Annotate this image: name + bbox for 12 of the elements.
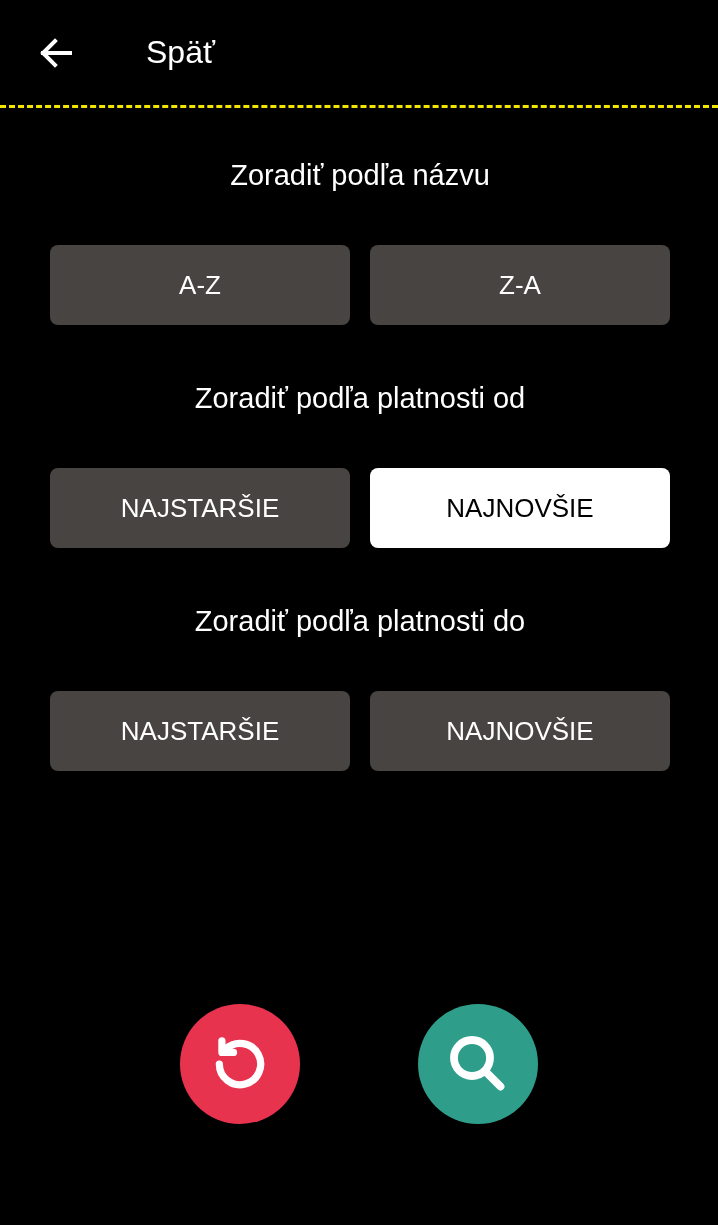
sort-option-button[interactable]: A-Z — [50, 245, 350, 325]
back-arrow-icon — [38, 36, 74, 69]
sort-option-button[interactable]: NAJNOVŠIE — [370, 468, 670, 548]
sort-option-button[interactable]: Z-A — [370, 245, 670, 325]
section-title: Zoradiť podľa názvu — [229, 158, 491, 193]
sort-option-button[interactable]: NAJSTARŠIE — [50, 691, 350, 771]
section-title: Zoradiť podľa platnosti do — [193, 604, 527, 639]
sort-option-button[interactable]: NAJSTARŠIE — [50, 468, 350, 548]
sort-option-button[interactable]: NAJNOVŠIE — [370, 691, 670, 771]
section-title: Zoradiť podľa platnosti od — [193, 381, 527, 416]
back-label: Späť — [146, 34, 215, 71]
back-button[interactable]: Späť — [38, 34, 215, 71]
